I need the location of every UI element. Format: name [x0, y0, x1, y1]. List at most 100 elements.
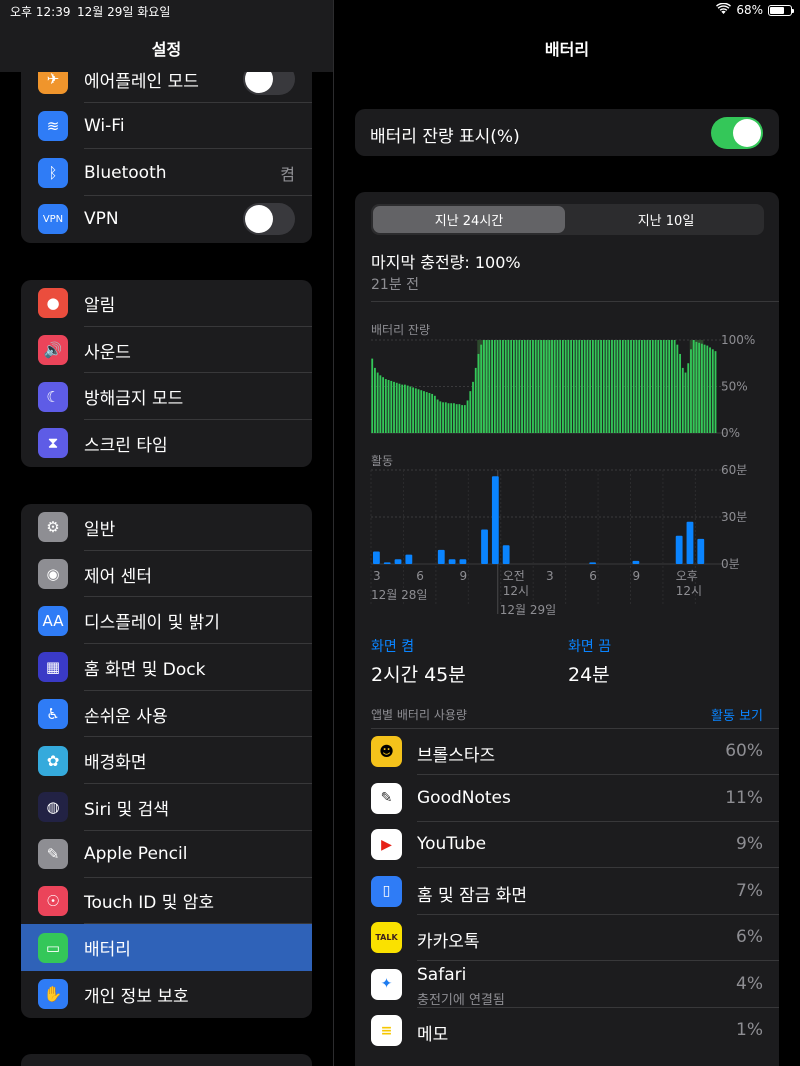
- fingerprint-icon: ☉: [38, 885, 68, 916]
- battery-bar: [578, 340, 581, 433]
- battery-bar: [480, 344, 483, 433]
- sidebar-item-label: Wi-Fi: [84, 116, 125, 137]
- app-usage-row[interactable]: ✦ Safari 충전기에 연결됨 4%: [355, 962, 779, 1008]
- sidebar-item[interactable]: VPN VPN: [21, 196, 312, 243]
- screen-off-value: 24분: [568, 664, 610, 686]
- y-tick-label: 50%: [721, 380, 748, 394]
- y-tick-label: 30분: [721, 510, 747, 524]
- sidebar-item[interactable]: ᛒ Bluetooth 켬: [21, 149, 312, 197]
- app-usage-percentage: 60%: [725, 741, 763, 761]
- pencil-icon: ✎: [38, 839, 68, 870]
- battery-bar: [390, 380, 393, 433]
- x-tick-label: 3: [373, 569, 381, 583]
- status-right: 68%: [716, 2, 794, 17]
- sidebar-item[interactable]: ◍ Siri 및 검색: [21, 784, 312, 831]
- sidebar-title: 설정: [151, 40, 182, 59]
- accessibility-icon: ♿: [38, 699, 68, 730]
- sidebar-item-label: 사운드: [84, 342, 131, 363]
- activity-bar: [589, 562, 597, 564]
- app-usage-row[interactable]: ▶ YouTube 9%: [355, 822, 779, 868]
- toggle-switch[interactable]: [243, 203, 295, 236]
- battery-bar: [594, 340, 597, 433]
- divider: [371, 301, 779, 302]
- app-usage-row[interactable]: ✎ GoodNotes 11%: [355, 776, 779, 822]
- battery-bar: [414, 388, 417, 433]
- battery-bar: [477, 353, 480, 433]
- detail-title: 배터리: [544, 40, 590, 59]
- battery-bar: [575, 340, 578, 433]
- app-usage-row[interactable]: ☻ 브롤스타즈 60%: [355, 729, 779, 775]
- battery-bar: [608, 340, 611, 433]
- battery-status-icon: [768, 4, 794, 16]
- notifications-icon: ●: [38, 288, 68, 319]
- x-tick-label: 12시: [676, 584, 702, 598]
- last-charge-time: 21분 전: [371, 277, 420, 293]
- sidebar-item[interactable]: ⚙ 일반: [21, 504, 312, 551]
- control-center-icon: ◉: [38, 559, 68, 590]
- sidebar-item-label: Siri 및 검색: [84, 799, 169, 820]
- battery-bar: [393, 381, 395, 433]
- activity-bar: [373, 551, 380, 564]
- x-tick-label: 3: [546, 569, 554, 583]
- activity-bar: [686, 521, 694, 564]
- display-icon: AA: [38, 605, 68, 636]
- sidebar-item[interactable]: ▭ 배터리: [21, 924, 312, 971]
- sidebar-item[interactable]: ▦ 홈 화면 및 Dock: [21, 644, 312, 691]
- sidebar-item[interactable]: 🔊 사운드: [21, 327, 312, 374]
- gear-icon: ⚙: [38, 512, 68, 543]
- bluetooth-icon: ᛒ: [38, 157, 68, 188]
- app-usage-row[interactable]: ▯ 홈 및 잠금 화면 7%: [355, 869, 779, 915]
- wifi-status-icon: [716, 2, 732, 17]
- sidebar-item[interactable]: AA 디스플레이 및 밝기: [21, 597, 312, 645]
- wallpaper-icon: ✿: [38, 745, 68, 776]
- battery-bar: [556, 340, 559, 433]
- battery-bar: [507, 340, 510, 433]
- screen-on-stat: 화면 켬 2시간 45분: [371, 636, 466, 687]
- battery-percentage-toggle[interactable]: [711, 117, 763, 149]
- hourglass-icon: ⧗: [38, 428, 68, 459]
- segment-last-24-hours[interactable]: 지난 24시간: [373, 206, 565, 233]
- battery-percentage-label: 배터리 잔량 표시(%): [370, 127, 520, 147]
- battery-bar: [485, 340, 488, 433]
- sidebar-item[interactable]: ⧗ 스크린 타임: [21, 420, 312, 467]
- youtube-icon: ▶: [371, 829, 402, 860]
- app-name: YouTube: [417, 834, 487, 854]
- sidebar-item[interactable]: ◉ 제어 센터: [21, 551, 312, 598]
- battery-bar: [382, 377, 385, 433]
- toggle-knob: [733, 119, 761, 147]
- sidebar-item[interactable]: ☉ Touch ID 및 암호: [21, 878, 312, 925]
- vpn-icon: VPN: [38, 204, 68, 235]
- battery-bar: [387, 379, 390, 433]
- activity-bar: [383, 562, 391, 564]
- screen-on-value: 2시간 45분: [371, 664, 466, 686]
- battery-bar: [665, 340, 668, 433]
- sidebar-item[interactable]: ✋ 개인 정보 보호: [21, 971, 312, 1018]
- battery-bar: [605, 340, 608, 433]
- sidebar-item[interactable]: ● 알림: [21, 280, 312, 327]
- battery-bar: [433, 395, 436, 433]
- sidebar-item[interactable]: ☾ 방해금지 모드: [21, 373, 312, 421]
- status-bar: 오후 12:39 12월 29일 화요일 68%: [0, 0, 800, 22]
- battery-bar: [684, 372, 687, 433]
- app-usage-row[interactable]: TALK 카카오톡 6%: [355, 915, 779, 961]
- home-screen-icon: ▦: [38, 652, 68, 683]
- sidebar-item[interactable]: ✎ Apple Pencil: [21, 831, 312, 878]
- sidebar-item[interactable]: ♿ 손쉬운 사용: [21, 691, 312, 738]
- battery-bar: [635, 340, 638, 433]
- activity-chart: 60분30분0분3 6 9 오전12시3 6 9 오후12시12월 28일12월 29일: [370, 463, 747, 617]
- sidebar-item-label: 디스플레이 및 밝기: [84, 613, 220, 634]
- sidebar-item[interactable]: ≋ Wi-Fi: [21, 103, 312, 150]
- battery-bar: [690, 349, 692, 433]
- app-usage-percentage: 7%: [736, 880, 763, 901]
- goodnotes-icon: ✎: [371, 782, 402, 814]
- sidebar-item[interactable]: ✿ 배경화면: [21, 737, 312, 785]
- battery-bar: [466, 400, 469, 433]
- battery-bar: [711, 349, 714, 433]
- x-tick-label: 오전: [503, 569, 525, 583]
- battery-bar: [542, 340, 545, 433]
- battery-icon: ▭: [38, 932, 68, 963]
- status-date: 12월 29일 화요일: [77, 5, 171, 19]
- show-activity-link[interactable]: 활동 보기: [711, 705, 763, 724]
- app-usage-row[interactable]: ≡ 메모 1%: [355, 1008, 779, 1054]
- segment-last-10-days[interactable]: 지난 10일: [570, 206, 762, 233]
